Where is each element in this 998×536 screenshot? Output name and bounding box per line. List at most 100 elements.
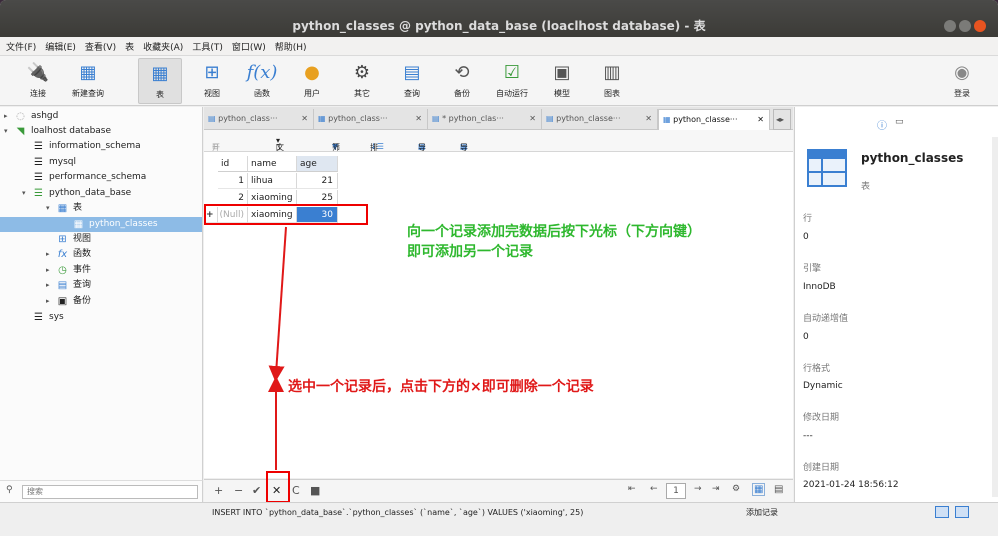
close-icon[interactable]: ✕ <box>301 109 308 129</box>
connect-button[interactable]: 🔌 连接 <box>16 58 60 104</box>
close-icon[interactable]: ✕ <box>529 109 536 129</box>
model-button[interactable]: ▣ 模型 <box>540 58 584 104</box>
search-input[interactable]: 搜索 <box>22 485 198 499</box>
tree-conn-localhost[interactable]: ▾ ◥ loalhost database <box>4 124 111 139</box>
chart-button[interactable]: ▥ 图表 <box>590 58 634 104</box>
tab-3[interactable]: ▤ * python_clas··· ✕ <box>428 109 542 130</box>
model-icon: ▣ <box>553 61 571 83</box>
login-button[interactable]: ◉ 登录 <box>940 58 984 104</box>
user-button[interactable]: ● 用户 <box>290 58 334 104</box>
apply-changes-button[interactable]: ✔ <box>252 484 261 497</box>
refresh-button[interactable]: C <box>292 484 300 497</box>
next-page-icon[interactable]: → <box>694 484 702 494</box>
info-panel: ⓘ ▭ python_classes 表 行 0 引擎 InnoDB 自动递增值… <box>794 107 998 502</box>
layout-toggle-1[interactable] <box>935 506 949 518</box>
table-icon: ▦ <box>318 114 326 123</box>
add-record-button[interactable]: + <box>214 484 223 497</box>
cell-age[interactable]: 21 <box>297 173 338 189</box>
menu-view[interactable]: 查看(V) <box>85 40 116 53</box>
close-button[interactable] <box>974 20 986 32</box>
table-button[interactable]: ▦ 表 <box>138 58 182 104</box>
info-autoinc-value: 0 <box>803 332 809 342</box>
database-icon: ☰ <box>34 141 43 152</box>
page-number-input[interactable]: 1 <box>666 483 686 499</box>
user-icon: ● <box>304 61 320 83</box>
status-action: 添加记录 <box>746 508 778 517</box>
column-header-id[interactable]: id <box>218 156 248 172</box>
info-icon[interactable]: ⓘ <box>877 117 887 132</box>
menu-file[interactable]: 文件(F) <box>6 40 36 53</box>
navigation-tree: ▸ ◌ ashgd ▾ ◥ loalhost database ☰ information… <box>0 107 203 480</box>
info-autoinc-label: 自动递增值 <box>803 314 849 324</box>
query-button[interactable]: ▤ 查询 <box>390 58 434 104</box>
tab-2[interactable]: ▦ python_class··· ✕ <box>314 109 428 130</box>
tab-4[interactable]: ▤ python_classe··· ✕ <box>542 109 658 130</box>
tree-conn-ashgd[interactable]: ▸ ◌ ashgd <box>4 109 58 124</box>
text-button[interactable]: ▯ 文本 ▾ <box>276 136 284 163</box>
gear-icon[interactable]: ⚙ <box>732 484 740 494</box>
tree-db-python-data-base[interactable]: ▾ ☰ python_data_base <box>22 186 131 201</box>
tab-5-active[interactable]: ▦ python_classe··· ✕ <box>658 109 770 130</box>
tree-table-python-classes[interactable]: ▦ python_classes <box>0 217 202 232</box>
view-icon: ⊞ <box>58 234 67 245</box>
view-button[interactable]: ⊞ 视图 <box>190 58 234 104</box>
tree-backups[interactable]: ▸ ▣ 备份 <box>46 294 91 309</box>
tab-bar: ▤ python_class··· ✕ ▦ python_class··· ✕ ▤ … <box>204 107 793 130</box>
minimize-button[interactable] <box>944 20 956 32</box>
form-view-icon[interactable]: ▤ <box>774 484 783 495</box>
column-header-age[interactable]: age <box>297 156 338 172</box>
tree-tables[interactable]: ▾ ▦ 表 <box>46 201 82 216</box>
info-object-type: 表 <box>861 182 871 192</box>
prev-page-icon[interactable]: ← <box>650 484 658 494</box>
database-icon: ☰ <box>34 312 43 323</box>
window-controls <box>944 20 986 32</box>
function-icon: fx <box>57 249 68 260</box>
tree-db-sys[interactable]: ☰ sys <box>32 310 64 325</box>
info-modified-value: --- <box>803 431 813 441</box>
tree-db-information-schema[interactable]: ☰ information_schema <box>32 139 141 154</box>
table-icon: ▦ <box>57 203 68 214</box>
close-icon[interactable]: ✕ <box>645 109 652 129</box>
cell-name[interactable]: lihua <box>248 173 297 189</box>
menu-favorites[interactable]: 收藏夹(A) <box>143 40 183 53</box>
menu-edit[interactable]: 编辑(E) <box>45 40 76 53</box>
table-large-icon <box>807 149 847 187</box>
backup-button[interactable]: ⟲ 备份 <box>440 58 484 104</box>
tree-search-bar: ⚲ 搜索 <box>0 480 203 502</box>
tree-functions[interactable]: ▸ fx 函数 <box>46 247 91 262</box>
tree-db-performance-schema[interactable]: ☰ performance_schema <box>32 170 146 185</box>
first-page-icon[interactable]: ⇤ <box>628 484 636 494</box>
menu-help[interactable]: 帮助(H) <box>275 40 307 53</box>
tab-scroll-button[interactable]: ◂▸ <box>773 109 791 130</box>
layout-toggle-2[interactable] <box>955 506 969 518</box>
last-page-icon[interactable]: ⇥ <box>712 484 720 494</box>
new-query-button[interactable]: ▦ 新建查询 <box>66 58 110 104</box>
stop-button[interactable]: ■ <box>310 484 320 497</box>
ddl-icon[interactable]: ▭ <box>895 117 904 127</box>
database-icon: ☰ <box>34 172 43 183</box>
maximize-button[interactable] <box>959 20 971 32</box>
info-rowformat-label: 行格式 <box>803 364 831 374</box>
app-window: python_classes @ python_data_base (loacl… <box>0 0 998 536</box>
cell-id[interactable]: 1 <box>218 173 248 189</box>
menu-table[interactable]: 表 <box>125 40 134 53</box>
close-icon[interactable]: ✕ <box>415 109 422 129</box>
info-created-value: 2021-01-24 18:56:12 <box>803 480 899 490</box>
tree-db-mysql[interactable]: ☰ mysql <box>32 155 76 170</box>
menu-window[interactable]: 窗口(W) <box>232 40 266 53</box>
column-header-name[interactable]: name <box>248 156 297 172</box>
tree-events[interactable]: ▸ ◷ 事件 <box>46 263 91 278</box>
status-sql: INSERT INTO `python_data_base`.`python_c… <box>212 508 584 517</box>
info-scrollbar[interactable] <box>992 137 998 497</box>
remove-record-button[interactable]: − <box>234 484 243 497</box>
function-button[interactable]: f(x) 函数 <box>240 58 284 104</box>
auto-run-button[interactable]: ☑ 自动运行 <box>490 58 534 104</box>
tree-views[interactable]: ⊞ 视图 <box>56 232 91 247</box>
menu-tools[interactable]: 工具(T) <box>192 40 223 53</box>
tab-1[interactable]: ▤ python_class··· ✕ <box>204 109 314 130</box>
grid-view-icon[interactable]: ▦ <box>752 483 766 496</box>
function-icon: f(x) <box>246 61 278 83</box>
close-icon[interactable]: ✕ <box>757 110 764 130</box>
tree-queries[interactable]: ▸ ▤ 查询 <box>46 278 91 293</box>
other-button[interactable]: ⚙ 其它 <box>340 58 384 104</box>
